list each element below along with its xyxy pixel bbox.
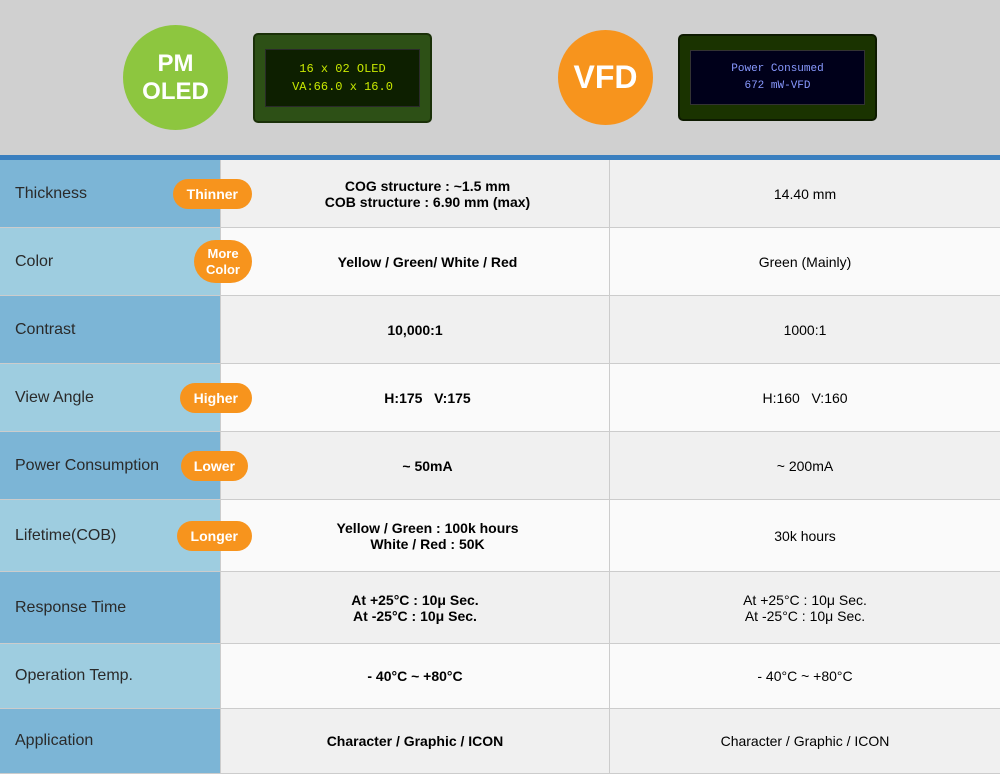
table-row: Response Time At +25°C : 10μ Sec.At -25°… (0, 572, 1000, 644)
label-col: Lifetime(COB) Longer (0, 500, 220, 571)
vfd-value: Character / Graphic / ICON (721, 733, 890, 749)
oled-value: Character / Graphic / ICON (327, 733, 504, 749)
vfd-value: Green (Mainly) (759, 254, 852, 270)
advantage-badge: Longer (177, 521, 252, 551)
oled-col: Character / Graphic / ICON (220, 709, 610, 773)
oled-value: - 40°C ~ +80°C (367, 668, 462, 684)
vfd-display-board: Power Consumed 672 mW-VFD (678, 34, 877, 121)
row-label: Power Consumption (15, 457, 159, 475)
label-col: Thickness Thinner (0, 160, 220, 227)
vfd-col: 14.40 mm (610, 160, 1000, 227)
comparison-table: Thickness Thinner COG structure : ~1.5 m… (0, 160, 1000, 774)
vfd-value: ~ 200mA (777, 458, 833, 474)
advantage-badge: Thinner (173, 179, 252, 209)
advantage-badge: Higher (180, 383, 252, 413)
table-row: Thickness Thinner COG structure : ~1.5 m… (0, 160, 1000, 228)
vfd-col: H:160 V:160 (610, 364, 1000, 431)
oled-col: 10,000:1 (220, 296, 610, 363)
oled-value: At +25°C : 10μ Sec.At -25°C : 10μ Sec. (351, 592, 478, 624)
label-col: Response Time (0, 572, 220, 643)
label-col: View Angle Higher (0, 364, 220, 431)
vfd-label: VFD (574, 59, 638, 96)
table-row: Power Consumption Lower ~ 50mA ~ 200mA (0, 432, 1000, 500)
vfd-value: 1000:1 (784, 322, 827, 338)
oled-line2: VA:66.0 x 16.0 (282, 78, 403, 96)
vfd-screen: Power Consumed 672 mW-VFD (690, 50, 865, 105)
table-row: Contrast 10,000:1 1000:1 (0, 296, 1000, 364)
oled-col: COG structure : ~1.5 mmCOB structure : 6… (220, 160, 610, 227)
row-label: Operation Temp. (15, 667, 133, 685)
row-label: Response Time (15, 599, 126, 617)
vfd-value: 14.40 mm (774, 186, 836, 202)
table-row: Lifetime(COB) Longer Yellow / Green : 10… (0, 500, 1000, 572)
oled-value: H:175 V:175 (384, 390, 470, 406)
table-row: Color MoreColor Yellow / Green/ White / … (0, 228, 1000, 296)
row-label: Color (15, 253, 53, 271)
oled-line1: 16 x 02 OLED (282, 60, 403, 78)
oled-col: Yellow / Green : 100k hoursWhite / Red :… (220, 500, 610, 571)
vfd-value: 30k hours (774, 528, 835, 544)
vfd-col: Green (Mainly) (610, 228, 1000, 295)
oled-col: Yellow / Green/ White / Red (220, 228, 610, 295)
vfd-header: VFD Power Consumed 672 mW-VFD (558, 30, 877, 125)
header-section: PMOLED 16 x 02 OLED VA:66.0 x 16.0 VFD P… (0, 0, 1000, 155)
oled-col: ~ 50mA (220, 432, 610, 499)
row-label: Lifetime(COB) (15, 527, 116, 545)
label-col: Operation Temp. (0, 644, 220, 708)
vfd-value: - 40°C ~ +80°C (757, 668, 852, 684)
oled-value: Yellow / Green/ White / Red (338, 254, 518, 270)
row-label: View Angle (15, 389, 94, 407)
oled-col: - 40°C ~ +80°C (220, 644, 610, 708)
vfd-line1: Power Consumed (707, 61, 848, 78)
vfd-col: - 40°C ~ +80°C (610, 644, 1000, 708)
label-col: Application (0, 709, 220, 773)
row-label: Contrast (15, 321, 75, 339)
pm-oled-label: PMOLED (142, 50, 209, 105)
oled-col: H:175 V:175 (220, 364, 610, 431)
oled-value: Yellow / Green : 100k hoursWhite / Red :… (336, 520, 518, 552)
vfd-value: H:160 V:160 (762, 390, 847, 406)
vfd-col: ~ 200mA (610, 432, 1000, 499)
oled-value: COG structure : ~1.5 mmCOB structure : 6… (325, 178, 530, 210)
row-label: Application (15, 732, 93, 750)
pm-oled-screen: 16 x 02 OLED VA:66.0 x 16.0 (265, 49, 420, 107)
vfd-col: At +25°C : 10μ Sec.At -25°C : 10μ Sec. (610, 572, 1000, 643)
vfd-col: 1000:1 (610, 296, 1000, 363)
vfd-value: At +25°C : 10μ Sec.At -25°C : 10μ Sec. (743, 592, 867, 624)
pm-oled-badge: PMOLED (123, 25, 228, 130)
label-col: Color MoreColor (0, 228, 220, 295)
vfd-col: 30k hours (610, 500, 1000, 571)
oled-col: At +25°C : 10μ Sec.At -25°C : 10μ Sec. (220, 572, 610, 643)
oled-value: ~ 50mA (402, 458, 452, 474)
table-row: View Angle Higher H:175 V:175 H:160 V:16… (0, 364, 1000, 432)
row-label: Thickness (15, 185, 87, 203)
vfd-badge: VFD (558, 30, 653, 125)
label-col: Power Consumption Lower (0, 432, 220, 499)
vfd-line2: 672 mW-VFD (707, 78, 848, 95)
pm-oled-header: PMOLED 16 x 02 OLED VA:66.0 x 16.0 (123, 25, 432, 130)
label-col: Contrast (0, 296, 220, 363)
vfd-col: Character / Graphic / ICON (610, 709, 1000, 773)
advantage-badge: MoreColor (194, 240, 252, 283)
table-row: Application Character / Graphic / ICON C… (0, 709, 1000, 774)
pm-oled-display-board: 16 x 02 OLED VA:66.0 x 16.0 (253, 33, 432, 123)
oled-value: 10,000:1 (387, 322, 442, 338)
advantage-badge: Lower (181, 451, 248, 481)
